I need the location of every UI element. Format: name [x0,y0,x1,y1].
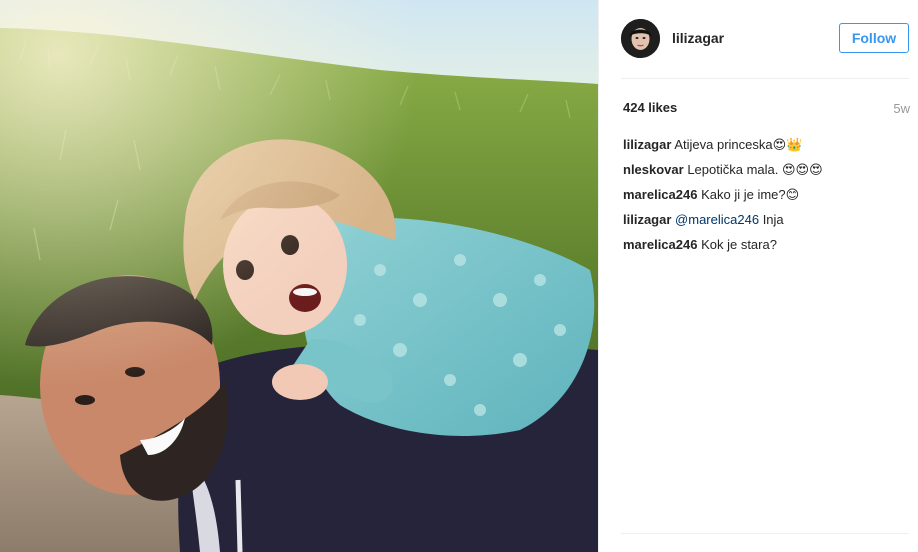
comment-item: nleskovar Lepotička mala. 😍😍😍 [623,162,913,187]
avatar[interactable] [621,19,660,58]
comment-username[interactable]: marelica246 [623,237,697,252]
header-divider [621,78,909,79]
comment-mention[interactable]: @marelica246 [675,212,759,227]
post-sidebar: lilizagar Follow 424 likes 5w lilizagar … [598,0,918,552]
comment-item: marelica246 Kok je stara? [623,237,913,262]
comment-username[interactable]: lilizagar [623,212,671,227]
likes-count[interactable]: 424 likes [623,100,677,115]
post-header: lilizagar Follow [599,0,918,79]
comment-item: lilizagar Atijeva princeska😍👑 [623,137,913,162]
photo-image [0,0,598,552]
post-photo[interactable] [0,0,598,552]
footer-divider [621,533,909,534]
instagram-post: lilizagar Follow 424 likes 5w lilizagar … [0,0,918,552]
comment-username[interactable]: marelica246 [623,187,697,202]
comment-text: Kok je stara? [701,237,777,252]
avatar-icon [621,19,660,58]
comment-item: marelica246 Kako ji je ime?😊 [623,187,913,212]
follow-button[interactable]: Follow [839,23,909,53]
comment-username[interactable]: lilizagar [623,137,671,152]
comment-username[interactable]: nleskovar [623,162,684,177]
comment-text: Atijeva princeska😍👑 [674,137,803,152]
comment-text: Kako ji je ime?😊 [701,187,800,202]
comment-text: Lepotička mala. 😍😍😍 [687,162,823,177]
comment-text: Inja [762,212,784,227]
comments-list: lilizagar Atijeva princeska😍👑 nleskovar … [623,137,913,262]
comment-item: lilizagar @marelica246 Inja [623,212,913,237]
post-author-username[interactable]: lilizagar [672,30,724,46]
post-age[interactable]: 5w [893,101,910,116]
